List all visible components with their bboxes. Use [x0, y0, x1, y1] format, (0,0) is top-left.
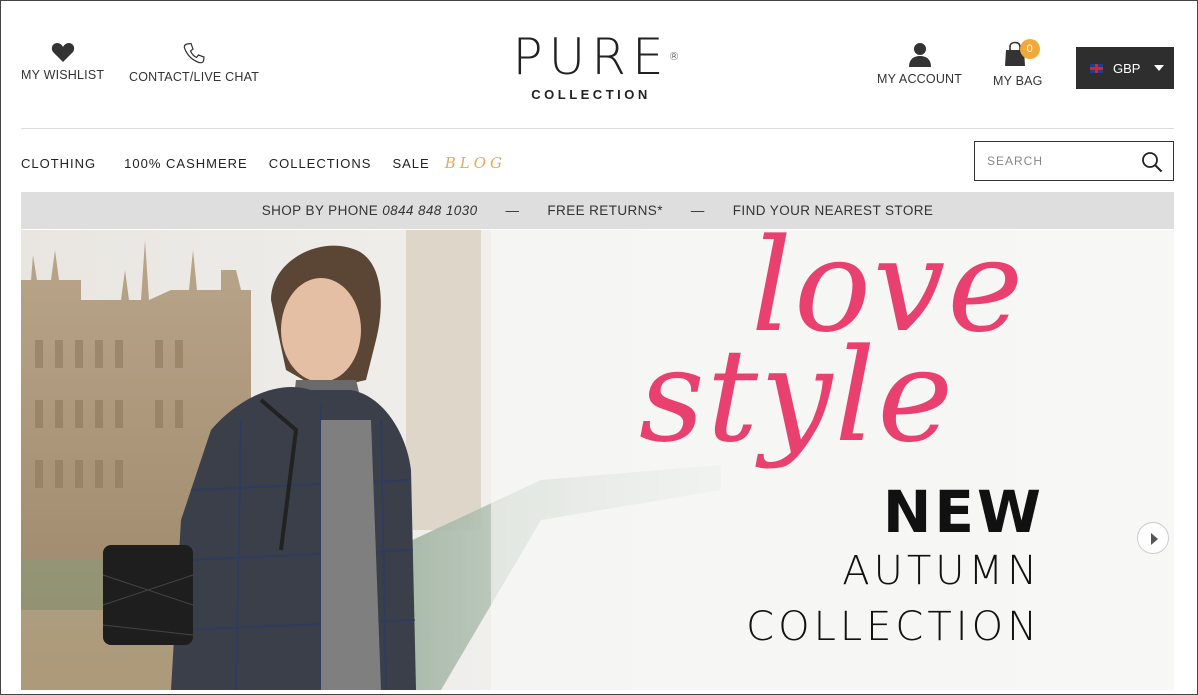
- hero-subline-autumn: AUTUMN: [842, 548, 1041, 594]
- page-frame: MY WISHLIST CONTACT/LIVE CHAT PURE ® COLL…: [0, 0, 1198, 695]
- logo[interactable]: PURE ® COLLECTION: [491, 31, 691, 102]
- promo-free-returns[interactable]: FREE RETURNS*: [547, 203, 662, 218]
- nav-item-cashmere[interactable]: 100% CASHMERE: [124, 156, 248, 171]
- search-input[interactable]: [985, 153, 1139, 169]
- nav-item-sale[interactable]: SALE: [392, 156, 429, 171]
- bag-label: MY BAG: [993, 74, 1043, 88]
- wishlist-label: MY WISHLIST: [21, 68, 105, 82]
- bag-count-badge: 0: [1019, 39, 1040, 59]
- main-nav: CLOTHING 100% CASHMERE COLLECTIONS SALE …: [21, 154, 527, 172]
- account-link[interactable]: MY ACCOUNT: [877, 41, 962, 86]
- currency-selector[interactable]: GBP: [1076, 47, 1174, 89]
- contact-link[interactable]: CONTACT/LIVE CHAT: [129, 41, 259, 84]
- promo-separator: —: [505, 203, 520, 218]
- search-box: [974, 141, 1174, 181]
- nav-item-clothing[interactable]: CLOTHING: [21, 156, 96, 171]
- account-label: MY ACCOUNT: [877, 72, 963, 86]
- user-icon: [908, 43, 931, 67]
- hero-script-style: style: [639, 322, 956, 471]
- wishlist-link[interactable]: MY WISHLIST: [21, 41, 104, 82]
- hero-banner[interactable]: love style NEW AUTUMN COLLECTION: [21, 230, 1174, 690]
- phone-icon: [183, 42, 205, 64]
- logo-sub: COLLECTION: [531, 87, 651, 102]
- bag-link[interactable]: 0 MY BAG: [993, 39, 1043, 88]
- promo-find-store[interactable]: FIND YOUR NEAREST STORE: [733, 203, 934, 218]
- hero-subline-collection: COLLECTION: [746, 604, 1041, 650]
- heart-icon: [51, 43, 74, 62]
- promo-bar: SHOP BY PHONE 0844 848 1030 — FREE RETUR…: [21, 192, 1174, 229]
- carousel-next-button[interactable]: [1137, 522, 1169, 554]
- search-icon[interactable]: [1141, 151, 1163, 173]
- promo-phone-label: SHOP BY PHONE: [261, 203, 379, 218]
- logo-registered: ®: [668, 50, 680, 63]
- chevron-down-icon: [1154, 65, 1165, 71]
- logo-main: PURE: [512, 28, 670, 86]
- bag-icon-wrap: 0: [1003, 39, 1040, 69]
- promo-phone-number[interactable]: 0844 848 1030: [382, 203, 477, 218]
- promo-separator: —: [690, 203, 705, 218]
- nav-item-blog[interactable]: BLOG: [445, 154, 506, 172]
- nav-item-collections[interactable]: COLLECTIONS: [269, 156, 372, 171]
- contact-label: CONTACT/LIVE CHAT: [129, 70, 260, 84]
- header-divider: [21, 128, 1174, 129]
- hero-headline: NEW: [882, 478, 1044, 546]
- uk-flag-icon: [1090, 63, 1103, 73]
- currency-value: GBP: [1113, 60, 1141, 76]
